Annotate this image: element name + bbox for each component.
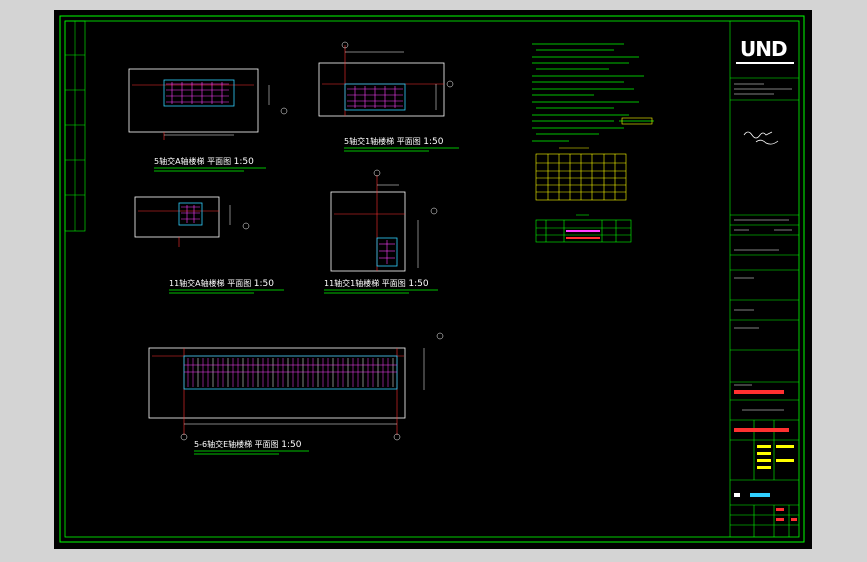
- plan-view-4: [330, 169, 438, 272]
- view-title-3: 11轴交A轴楼梯 平面图 1:50: [169, 279, 274, 289]
- title-underlines: [154, 147, 459, 455]
- signature: [743, 131, 779, 145]
- cad-drawing: UND: [59, 15, 805, 543]
- svg-text:UND: UND: [740, 37, 787, 61]
- view-title-1: 5轴交A轴楼梯 平面图 1:50: [154, 157, 254, 167]
- title-block-yellow-text: [757, 445, 794, 469]
- plan-view-2: [318, 41, 454, 117]
- drawing-number: [750, 493, 770, 497]
- view-title-5: 5-6轴交E轴楼梯 平面图 1:50: [194, 440, 302, 450]
- title-block-red-text: [734, 428, 789, 432]
- general-notes: [532, 43, 654, 142]
- und-logo: UND: [736, 37, 794, 64]
- plan-view-1: [128, 68, 288, 140]
- stair-table: [535, 153, 627, 201]
- plan-view-5: [148, 332, 444, 441]
- drawing-sheet: UND 5轴交A轴楼梯 平面图 1:50 5轴交1轴楼梯 平面图 1:50 11…: [54, 10, 812, 549]
- title-block-red-text: [734, 390, 784, 394]
- plan-view-3: [134, 196, 250, 247]
- view-title-4: 11轴交1轴楼梯 平面图 1:50: [324, 279, 429, 289]
- view-title-2: 5轴交1轴楼梯 平面图 1:50: [344, 137, 444, 147]
